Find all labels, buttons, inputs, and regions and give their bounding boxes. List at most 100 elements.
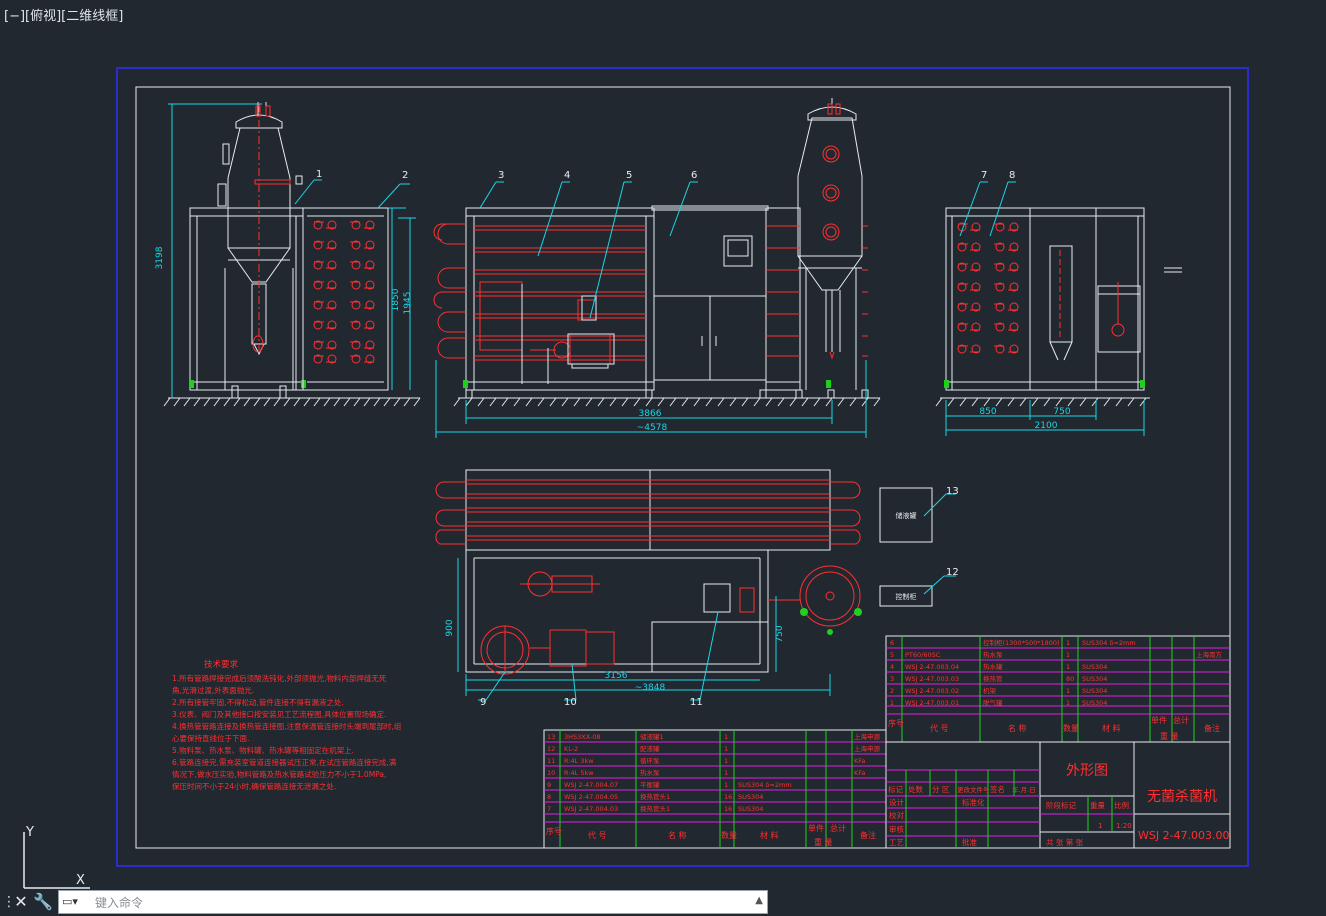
dim-text: 3866	[639, 409, 662, 419]
bom-hdr-mat: 材 料	[1102, 723, 1121, 733]
bom-cell-code: WSJ 2-47.004.05	[564, 793, 618, 801]
balloon-10: 10	[564, 697, 577, 708]
bom-hdr-weight: 重 量	[1160, 731, 1179, 741]
chevron-up-icon[interactable]: ▲	[755, 895, 763, 906]
tb-zone: 分 区	[932, 785, 950, 794]
svg-text:X: X	[76, 873, 85, 888]
close-icon[interactable]: ✕	[11, 892, 31, 912]
balloon-5: 5	[626, 170, 632, 181]
tb-sign: 签名	[990, 784, 1005, 794]
bom-cell-no: 7	[547, 805, 551, 813]
dim-text: ~4578	[637, 423, 668, 433]
tech-line: 5.物料泵、热水泵、物料罐、热水罐等相固定在机架上.	[172, 745, 354, 755]
dim-text: 3156	[605, 671, 628, 681]
view-side	[935, 207, 1182, 407]
bom-cell-name: 平衡罐	[640, 780, 660, 789]
tb-check: 校对	[889, 810, 904, 820]
bom-cell-name: 换热管	[983, 674, 1003, 683]
tech-notes: 技术要求 1.所有管路焊接完成后须酸洗钝化,外部须抛光,物料内部焊缝无死 角,光…	[172, 659, 402, 791]
bom-cell-note: KFa	[854, 757, 865, 765]
tb-ratio: 比例	[1114, 800, 1129, 810]
dims-view1	[168, 103, 416, 398]
balloon-1: 1	[316, 169, 322, 180]
main-front-white-extra	[521, 284, 615, 384]
degasser-green	[189, 380, 306, 388]
bom-cell-no: 13	[547, 733, 555, 741]
product-name: 无菌杀菌机	[1147, 789, 1217, 805]
box-label: 储液罐	[896, 511, 917, 520]
main-front-green	[463, 380, 831, 388]
tb-review: 审核	[889, 824, 904, 834]
bom-cell-mat: SUS304	[1082, 699, 1107, 707]
dims-view4	[457, 493, 956, 701]
bom-cell-name: 热水泵	[983, 650, 1003, 659]
bom-cell-code: WSJ 2-47.004.07	[564, 781, 618, 789]
bom-cell-name: 脱气罐	[983, 698, 1003, 707]
balloon-3: 3	[498, 170, 504, 181]
bom-cell-qty: 1	[1066, 651, 1070, 659]
box-label: 控制柜	[896, 592, 917, 601]
bom-hdr-note: 备注	[860, 830, 876, 840]
tb-mark: 标记	[888, 784, 903, 794]
dim-text: 1850	[391, 288, 401, 311]
bom-hdr-total: 总计	[830, 823, 846, 833]
bom-right-header: 序号 代 号 名 称 数量 材 料 单件 总计 重 量 备注	[888, 715, 1220, 741]
wrench-icon[interactable]: 🔧	[33, 892, 53, 912]
bom-cell-name: 热水泵	[640, 768, 660, 777]
ucs-icon: Y X	[23, 825, 90, 889]
drag-grip-icon[interactable]: ⋮	[2, 893, 16, 911]
bom-cell-mat: SUS304	[738, 793, 763, 801]
bom-hdr-name: 名 称	[668, 830, 687, 840]
bom-cell-no: 2	[890, 687, 894, 695]
bom-cell-name: 储液罐1	[640, 732, 664, 741]
bom-hdr-mat: 材 料	[760, 830, 779, 840]
command-placeholder: 键入命令	[95, 896, 144, 910]
dim-text: 750	[775, 625, 785, 642]
bom-hdr-qty: 数量	[1063, 723, 1079, 733]
view-degasser	[163, 102, 421, 407]
bom-cell-no: 8	[547, 793, 551, 801]
tech-line: 心要保持直线位于下面.	[172, 733, 249, 743]
bom-cell-no: 1	[890, 699, 894, 707]
bom-cell-qty: 1	[1066, 639, 1070, 647]
command-input[interactable]: ▭▾ 键入命令 ▲	[58, 890, 768, 914]
degasser-red	[252, 104, 291, 354]
bom-hdr-name: 名 称	[1008, 723, 1027, 733]
bom-cell-qty: 16	[724, 793, 732, 801]
bom-cell-note: 上海南方	[1196, 650, 1223, 659]
command-prompt-icon[interactable]: ▭▾	[62, 895, 86, 909]
dim-text: 3198	[155, 246, 165, 269]
bom-cell-mat: SUS304	[1082, 687, 1107, 695]
tb-scale: 1:20	[1116, 822, 1132, 830]
balloon-9: 9	[480, 697, 486, 708]
bom-cell-name: 换热管头1	[640, 792, 670, 801]
bom-cell-code: WSJ 2-47.003.02	[905, 687, 959, 695]
bom-cell-no: 4	[890, 663, 894, 671]
hx-rack-1-coils	[313, 220, 375, 364]
bom-cell-name: 机架	[983, 686, 997, 695]
tb-design: 设计	[889, 797, 904, 807]
tech-line: 4.换热管管路连接及换热管连接图,注意保温管连接时头端到尾部时,组	[172, 721, 402, 731]
bom-hdr-unit: 单件	[808, 823, 824, 833]
bom-cell-name: 控制柜(1300*500*1800)	[983, 638, 1060, 647]
dim-text: 1945	[403, 292, 413, 315]
bom-hdr-note: 备注	[1204, 723, 1220, 733]
bom-cell-note: 上海申源	[854, 732, 881, 741]
tb-approve: 批准	[962, 837, 977, 847]
bom-hdr-weight: 重 量	[814, 837, 833, 847]
tech-line: 2.所有接管牢固,不得松动,管件连接不得有漏液之处.	[172, 697, 344, 707]
tech-line: 3.仪表、阀门及其他接口按安装见工艺流程图,具体位置现场确定.	[172, 709, 386, 719]
bom-hdr-code: 代 号	[588, 830, 607, 840]
bom-cell-qty: 1	[724, 757, 728, 765]
bom-cell-no: 6	[890, 639, 894, 647]
bom-cell-name: 循环泵	[640, 756, 660, 765]
bom-cell-code: KL-2	[564, 745, 578, 753]
bom-cell-no: 5	[890, 651, 894, 659]
titleblock-text: 外形图 无菌杀菌机 WSJ 2-47.003.00 1:20 1 标记 处数 分…	[888, 763, 1230, 847]
bom-cell-qty: 1	[724, 733, 728, 741]
dim-text: 850	[979, 407, 996, 417]
bom-cell-qty: 1	[1066, 663, 1070, 671]
balloon-12: 12	[946, 567, 959, 578]
side-coils	[957, 222, 1125, 354]
command-bar: ⋮ ✕ 🔧 ▭▾ 键入命令 ▲	[0, 889, 770, 916]
